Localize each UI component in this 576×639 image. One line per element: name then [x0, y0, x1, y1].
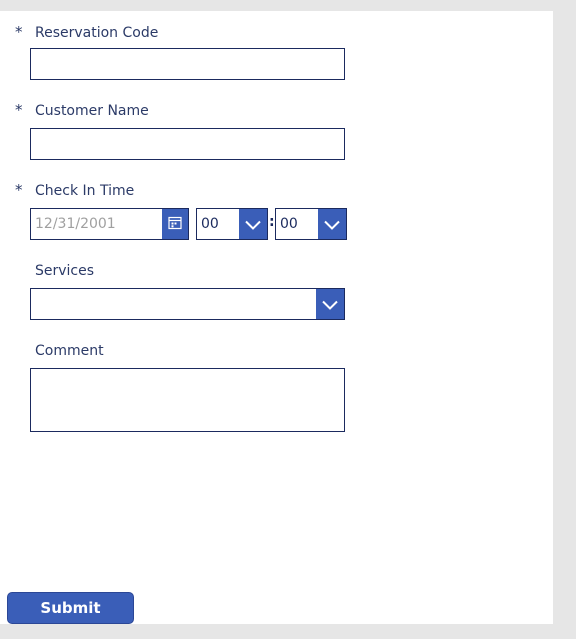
required-marker: * [15, 101, 23, 119]
chevron-down-icon [324, 215, 340, 234]
customer-name-label: Customer Name [35, 103, 149, 119]
chevron-down-icon [322, 295, 338, 314]
reservation-code-label: Reservation Code [35, 25, 159, 41]
check-in-time-label: Check In Time [35, 183, 135, 199]
comment-textarea[interactable] [30, 368, 345, 432]
comment-label: Comment [35, 343, 104, 359]
reservation-code-input[interactable] [30, 48, 345, 80]
calendar-icon [168, 215, 182, 234]
submit-button[interactable]: Submit [7, 592, 134, 624]
check-in-date-picker[interactable]: 12/31/2001 [30, 208, 189, 240]
minute-dropdown-button[interactable] [318, 209, 346, 239]
services-dropdown-button[interactable] [316, 289, 344, 319]
minute-dropdown[interactable]: 00 [275, 208, 347, 240]
time-separator: : [269, 214, 275, 230]
chevron-down-icon [245, 215, 261, 234]
date-placeholder: 12/31/2001 [35, 216, 116, 232]
hour-value: 00 [201, 216, 219, 232]
customer-name-input[interactable] [30, 128, 345, 160]
services-dropdown[interactable] [30, 288, 345, 320]
hour-dropdown[interactable]: 00 [196, 208, 268, 240]
minute-value: 00 [280, 216, 298, 232]
calendar-button[interactable] [162, 209, 188, 239]
required-marker: * [15, 23, 23, 41]
required-marker: * [15, 181, 23, 199]
hour-dropdown-button[interactable] [239, 209, 267, 239]
services-label: Services [35, 263, 95, 279]
